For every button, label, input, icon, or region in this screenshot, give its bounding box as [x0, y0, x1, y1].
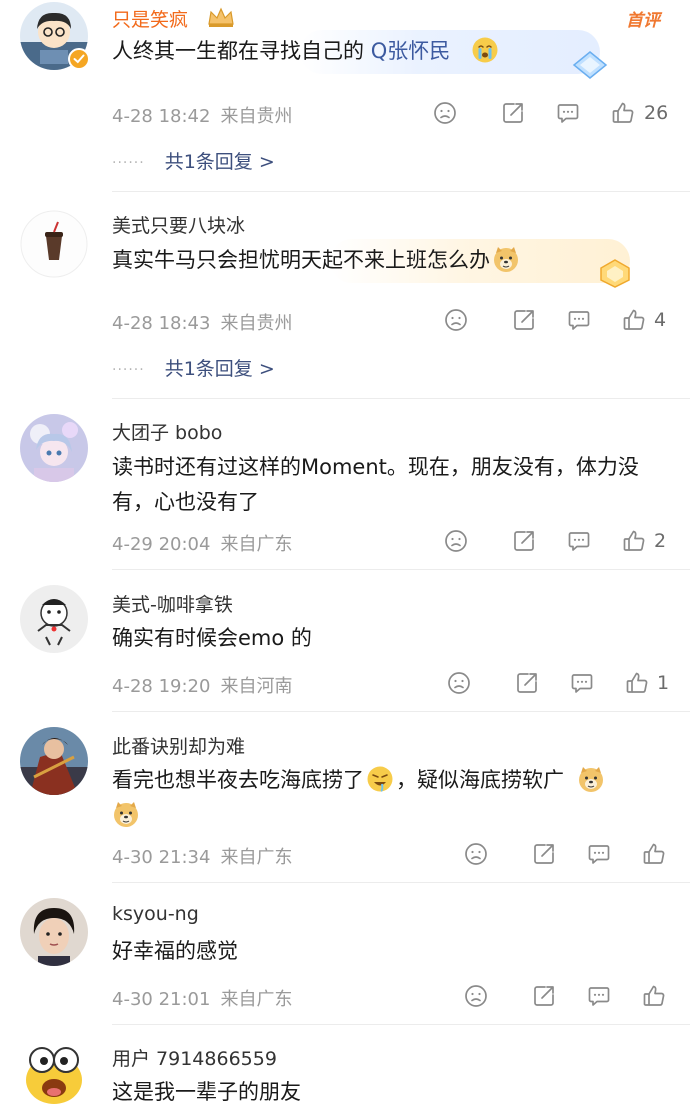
comment-icon[interactable]	[556, 101, 582, 127]
comment-text-main: 真实牛马只会担忧明天起不来上班怎么办	[112, 248, 490, 272]
avatar[interactable]	[20, 727, 88, 795]
gold-badge-icon	[600, 259, 630, 288]
verified-badge-icon	[68, 48, 90, 70]
username[interactable]: 大团子 bobo	[112, 418, 222, 445]
comment-meta: 4-28 18:42 来自贵州	[112, 102, 292, 128]
comment-date: 4-30 21:34	[112, 847, 211, 868]
like-icon[interactable]	[622, 308, 648, 334]
comment-text-part1: 看完也想半夜去吃海底捞了	[112, 768, 364, 792]
avatar[interactable]	[20, 210, 88, 278]
like-icon[interactable]	[642, 842, 668, 868]
doge-emoji-icon	[492, 245, 520, 273]
comment-location: 来自贵州	[220, 313, 293, 334]
drooling-emoji-icon	[366, 765, 394, 793]
divider	[112, 398, 690, 399]
comment-text: 确实有时候会emo 的	[112, 626, 312, 650]
crying-emoji-icon	[471, 36, 499, 64]
dislike-icon[interactable]	[464, 984, 490, 1010]
comment-text-main: 人终其一生都在寻找自己的	[112, 39, 371, 63]
username[interactable]: 美式只要八块冰	[112, 211, 245, 238]
comment-icon[interactable]	[587, 984, 613, 1010]
comment-date: 4-28 19:20	[112, 676, 211, 697]
view-replies-link[interactable]: ······ 共1条回复 >	[112, 147, 275, 174]
like-count: 1	[657, 672, 670, 694]
dislike-icon[interactable]	[444, 308, 470, 334]
comment-icon[interactable]	[587, 842, 613, 868]
dislike-icon[interactable]	[464, 842, 490, 868]
username[interactable]: ksyou-ng	[112, 903, 199, 925]
dislike-icon[interactable]	[433, 101, 459, 127]
like-icon[interactable]	[625, 671, 651, 697]
comment-meta: 4-30 21:01 来自广东	[112, 985, 292, 1011]
comment-icon[interactable]	[567, 529, 593, 555]
comment-actions: 4	[444, 308, 674, 334]
like-icon[interactable]	[611, 101, 637, 127]
crown-icon	[208, 7, 234, 27]
divider	[112, 569, 690, 570]
repost-icon[interactable]	[515, 671, 541, 697]
comment-actions	[464, 984, 674, 1010]
username[interactable]: 只是笑疯	[112, 5, 188, 32]
comment-date: 4-29 20:04	[112, 534, 211, 555]
dislike-icon[interactable]	[447, 671, 473, 697]
comment-meta: 4-28 18:43 来自贵州	[112, 309, 292, 335]
doge-emoji-icon	[577, 765, 605, 793]
comment-text: 好幸福的感觉	[112, 939, 238, 963]
like-count: 2	[654, 530, 667, 552]
username[interactable]: 此番诀别却为难	[112, 732, 245, 759]
like-icon[interactable]	[622, 529, 648, 555]
divider	[112, 882, 690, 883]
comment-location: 来自广东	[220, 847, 293, 868]
comment-text-part2: ，疑似海底捞软广	[396, 768, 564, 792]
view-replies-link[interactable]: ······ 共1条回复 >	[112, 354, 275, 381]
avatar[interactable]	[20, 898, 88, 966]
comment-meta: 4-29 20:04 来自广东	[112, 530, 292, 556]
reply-dots: ······	[112, 154, 145, 171]
divider	[112, 191, 690, 192]
first-comment-tag: 首评	[626, 11, 660, 31]
comment-text: 这是我一辈子的朋友	[112, 1080, 301, 1104]
comment-date: 4-30 21:01	[112, 989, 211, 1010]
topic-link[interactable]: Q张怀民	[371, 39, 451, 63]
diamond-badge-icon	[572, 51, 608, 79]
doge-emoji-icon	[112, 800, 140, 828]
username[interactable]: 用户 7914866559	[112, 1044, 277, 1071]
like-icon[interactable]	[642, 984, 668, 1010]
comment-actions: 1	[447, 671, 677, 697]
divider	[112, 711, 690, 712]
comment-location: 来自贵州	[220, 106, 293, 127]
comment-icon[interactable]	[570, 671, 596, 697]
view-replies-label: 共1条回复 >	[164, 151, 275, 173]
avatar[interactable]	[20, 414, 88, 482]
view-replies-label: 共1条回复 >	[164, 358, 275, 380]
repost-icon[interactable]	[512, 529, 538, 555]
comment-location: 来自广东	[220, 989, 293, 1010]
comment-text: 真实牛马只会担忧明天起不来上班怎么办	[112, 243, 667, 278]
reply-dots: ······	[112, 361, 145, 378]
comment-date: 4-28 18:43	[112, 313, 211, 334]
divider	[112, 1024, 690, 1025]
comment-meta: 4-30 21:34 来自广东	[112, 843, 292, 869]
username[interactable]: 美式-咖啡拿铁	[112, 590, 233, 617]
repost-icon[interactable]	[501, 101, 527, 127]
comment-meta: 4-28 19:20 来自河南	[112, 672, 292, 698]
comment-date: 4-28 18:42	[112, 106, 211, 127]
avatar[interactable]	[20, 1040, 88, 1108]
comment-actions: 26	[433, 101, 673, 127]
avatar[interactable]	[20, 585, 88, 653]
repost-icon[interactable]	[532, 984, 558, 1010]
repost-icon[interactable]	[512, 308, 538, 334]
comment-icon[interactable]	[567, 308, 593, 334]
like-count: 26	[644, 102, 669, 124]
comment-actions: 2	[444, 529, 674, 555]
comment-location: 来自河南	[220, 676, 293, 697]
comment-location: 来自广东	[220, 534, 293, 555]
dislike-icon[interactable]	[444, 529, 470, 555]
comment-text: 读书时还有过这样的Moment。现在，朋友没有，体力没有，心也没有了	[112, 455, 639, 514]
comment-text: 看完也想半夜去吃海底捞了 ，疑似海底捞软广	[112, 763, 667, 833]
like-count: 4	[654, 309, 667, 331]
comment-actions	[464, 842, 674, 868]
repost-icon[interactable]	[532, 842, 558, 868]
